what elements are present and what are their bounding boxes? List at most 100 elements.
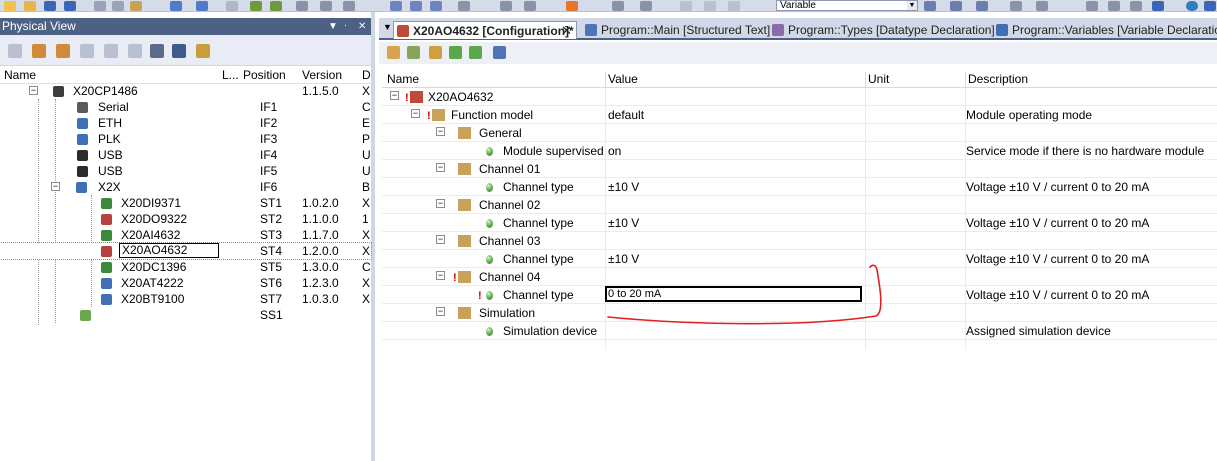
search-icon[interactable]	[524, 1, 536, 11]
network-icon[interactable]	[104, 44, 118, 58]
watch-icon[interactable]	[640, 1, 652, 11]
col-header-l[interactable]: L...	[222, 68, 239, 82]
check-all-icon[interactable]	[469, 46, 482, 59]
table-icon[interactable]	[390, 1, 402, 11]
tree-item-ss1[interactable]: SS1	[0, 307, 371, 323]
module-icon[interactable]	[56, 44, 70, 58]
collapse-icon[interactable]: −	[436, 199, 445, 208]
document-icon[interactable]	[8, 44, 22, 58]
grid-row-channel-01-type[interactable]: Channel type ±10 V Voltage ±10 V / curre…	[382, 178, 1217, 196]
save-icon[interactable]	[44, 1, 56, 11]
grid-row-module-supervised[interactable]: Module supervised on Service mode if the…	[382, 142, 1217, 160]
bookmark-icon[interactable]	[1010, 1, 1022, 11]
col-header-d[interactable]: D	[362, 68, 371, 82]
grid-row-channel-02[interactable]: − Channel 02	[382, 196, 1217, 214]
tree-item-serial[interactable]: Serial IF1 C	[0, 99, 371, 115]
monitor-icon[interactable]	[320, 1, 332, 11]
tool-icon[interactable]	[196, 44, 210, 58]
down-icon[interactable]	[1108, 1, 1120, 11]
grid-row-function-model[interactable]: − ! Function model default Module operat…	[382, 106, 1217, 124]
search-icon[interactable]	[150, 44, 164, 58]
variable-combo[interactable]: Variable ▼	[776, 0, 918, 11]
collapse-icon[interactable]: −	[411, 109, 420, 118]
tree-item-x20do9322[interactable]: X20DO9322 ST2 1.1.0.0 1	[0, 211, 371, 227]
settings-icon[interactable]	[343, 1, 355, 11]
hardware-icon[interactable]	[32, 44, 46, 58]
help-icon[interactable]	[1204, 1, 1216, 11]
collapse-icon[interactable]: −	[436, 127, 445, 136]
col-header-version[interactable]: Version	[302, 68, 342, 82]
gear-icon[interactable]	[612, 1, 624, 11]
grid-row-general[interactable]: − General	[382, 124, 1217, 142]
col-header-value[interactable]: Value	[608, 72, 638, 86]
tree-item-x20at4222[interactable]: X20AT4222 ST6 1.2.3.0 X	[0, 275, 371, 291]
screen-icon[interactable]	[1152, 1, 1164, 11]
find-icon[interactable]	[924, 1, 936, 11]
tree-item-eth[interactable]: ETH IF2 E	[0, 115, 371, 131]
tree-item-x20ai4632[interactable]: X20AI4632 ST3 1.1.7.0 X	[0, 227, 371, 243]
grid-row-channel-03-type[interactable]: Channel type ±10 V Voltage ±10 V / curre…	[382, 250, 1217, 268]
check-icon[interactable]	[449, 46, 462, 59]
up-icon[interactable]	[1086, 1, 1098, 11]
tab-x20ao4632-configuration[interactable]: X20AO4632 [Configuration]* ✕	[393, 21, 577, 39]
copy-icon[interactable]	[112, 1, 124, 11]
find-prev-icon[interactable]	[976, 1, 988, 11]
collapse-icon[interactable]: −	[51, 182, 60, 191]
user-icon[interactable]	[1130, 1, 1142, 11]
close-icon[interactable]: ✕	[358, 18, 366, 35]
tree-item-x20bt9100[interactable]: X20BT9100 ST7 1.0.3.0 X	[0, 291, 371, 307]
rebuild-icon[interactable]	[270, 1, 282, 11]
transfer-icon[interactable]	[296, 1, 308, 11]
col-header-unit[interactable]: Unit	[868, 72, 889, 86]
dropdown-icon[interactable]: ▼	[328, 18, 338, 35]
grid-row-channel-04[interactable]: − ! Channel 04	[382, 268, 1217, 286]
tree-item-cpu[interactable]: − X20CP1486 1.1.5.0 X	[0, 83, 371, 99]
grid-row-simulation-device[interactable]: Simulation device Assigned simulation de…	[382, 322, 1217, 340]
grid-row-module[interactable]: − ! X20AO4632	[382, 88, 1217, 106]
grid-row-channel-01[interactable]: − Channel 01	[382, 160, 1217, 178]
col-header-name[interactable]: Name	[387, 72, 419, 86]
io-icon[interactable]	[128, 44, 142, 58]
grid-row-channel-03[interactable]: − Channel 03	[382, 232, 1217, 250]
col-header-name[interactable]: Name	[4, 68, 36, 82]
tree-item-usb-2[interactable]: USB IF5 U	[0, 163, 371, 179]
tree-item-usb-1[interactable]: USB IF4 U	[0, 147, 371, 163]
collapse-icon[interactable]: −	[436, 163, 445, 172]
open-icon[interactable]	[24, 1, 36, 11]
col-header-description[interactable]: Description	[968, 72, 1028, 86]
collapse-icon[interactable]: −	[390, 91, 399, 100]
globe-icon[interactable]	[1186, 1, 1198, 11]
step2-icon[interactable]	[704, 1, 716, 11]
table2-icon[interactable]	[410, 1, 422, 11]
tab-program-main[interactable]: Program::Main [Structured Text]	[582, 21, 770, 39]
delete-icon[interactable]	[226, 1, 238, 11]
tab-program-variables[interactable]: Program::Variables [Variable Declaration	[993, 21, 1217, 39]
tab-menu-icon[interactable]: ▼	[383, 22, 392, 32]
redo-icon[interactable]	[196, 1, 208, 11]
step-icon[interactable]	[680, 1, 692, 11]
collapse-icon[interactable]: −	[436, 235, 445, 244]
grid-row-channel-02-type[interactable]: Channel type ±10 V Voltage ±10 V / curre…	[382, 214, 1217, 232]
tree-item-plk[interactable]: PLK IF3 P	[0, 131, 371, 147]
cut-icon[interactable]	[94, 1, 106, 11]
bookmark2-icon[interactable]	[1036, 1, 1048, 11]
new-icon[interactable]	[4, 1, 16, 11]
sort-icon[interactable]	[493, 46, 506, 59]
undo-icon[interactable]	[170, 1, 182, 11]
close-tab-icon[interactable]: ✕	[561, 22, 572, 40]
tree-item-x20dc1396[interactable]: X20DC1396 ST5 1.3.0.0 C	[0, 259, 371, 275]
traffic-light-icon[interactable]	[566, 1, 578, 11]
device-icon[interactable]	[172, 44, 186, 58]
step3-icon[interactable]	[728, 1, 740, 11]
paste-icon[interactable]	[130, 1, 142, 11]
download-icon[interactable]	[458, 1, 470, 11]
pin-icon[interactable]: ᐧ	[344, 18, 347, 35]
table3-icon[interactable]	[430, 1, 442, 11]
tab-program-types[interactable]: Program::Types [Datatype Declaration]	[769, 21, 995, 39]
collapse-icon[interactable]: −	[29, 86, 38, 95]
tree-item-x2x[interactable]: − X2X IF6 B	[0, 179, 371, 195]
collapse-all-icon[interactable]	[407, 46, 420, 59]
tree-item-x20di9371[interactable]: X20DI9371 ST1 1.0.2.0 X	[0, 195, 371, 211]
col-header-position[interactable]: Position	[243, 68, 286, 82]
grid-row-simulation[interactable]: − Simulation	[382, 304, 1217, 322]
